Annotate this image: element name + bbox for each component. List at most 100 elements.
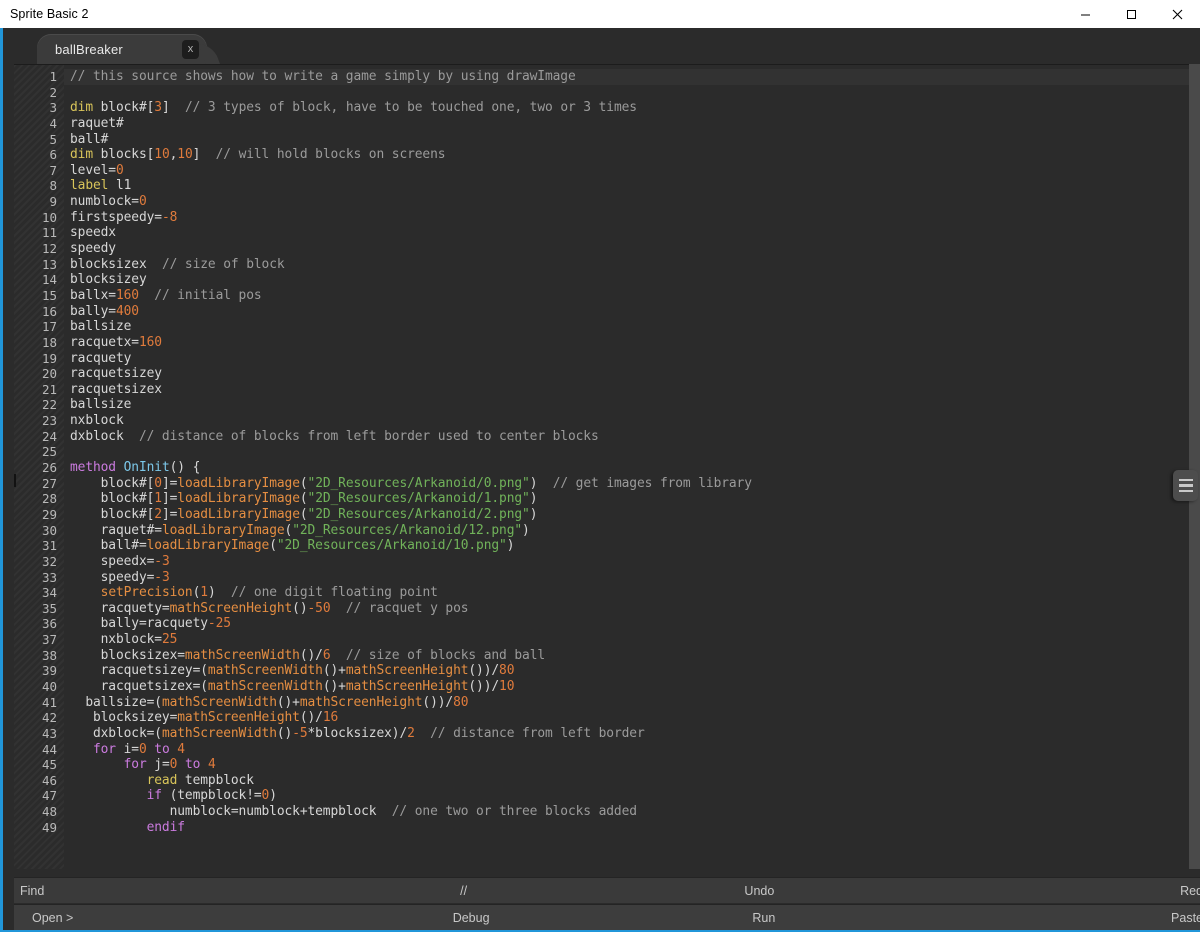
- line-number: 31: [14, 538, 64, 554]
- code-line[interactable]: for j=0 to 4: [64, 757, 1189, 773]
- code-line[interactable]: blocksizex=mathScreenWidth()/6 // size o…: [64, 648, 1189, 664]
- drag-handle-icon[interactable]: [14, 473, 16, 487]
- code-token: [415, 726, 430, 741]
- code-line[interactable]: method OnInit() {: [64, 460, 1189, 476]
- toolbar-button-paste[interactable]: Paste: [910, 911, 1200, 925]
- code-line[interactable]: if (tempblock!=0): [64, 788, 1189, 804]
- code-token: loadLibraryImage: [177, 507, 300, 522]
- code-token: ()+: [323, 663, 346, 678]
- code-token: // racquet y pos: [346, 601, 469, 616]
- code-token: ]: [193, 147, 216, 162]
- code-token: [70, 820, 147, 835]
- code-line[interactable]: endif: [64, 820, 1189, 836]
- toolbar-row-edit: Find//UndoRed: [14, 877, 1200, 903]
- code-token: dim: [70, 100, 93, 115]
- code-line[interactable]: racquetsizey: [64, 366, 1189, 382]
- toolbar-button-debug[interactable]: Debug: [325, 911, 618, 925]
- maximize-button[interactable]: [1108, 0, 1154, 28]
- code-line[interactable]: for i=0 to 4: [64, 742, 1189, 758]
- line-number: 49: [14, 820, 64, 836]
- code-line[interactable]: dxblock=(mathScreenWidth()-5*blocksizex)…: [64, 726, 1189, 742]
- code-line[interactable]: racquety: [64, 351, 1189, 367]
- toolbar-button-undo[interactable]: Undo: [612, 884, 908, 898]
- code-line[interactable]: speedy=-3: [64, 570, 1189, 586]
- code-line[interactable]: speedy: [64, 241, 1189, 257]
- code-line[interactable]: racquetx=160: [64, 335, 1189, 351]
- code-line[interactable]: bally=racquety-25: [64, 616, 1189, 632]
- code-editor[interactable]: 1234567891011121314151617181920212223242…: [14, 64, 1189, 869]
- code-line[interactable]: blocksizey: [64, 272, 1189, 288]
- code-line[interactable]: block#[2]=loadLibraryImage("2D_Resources…: [64, 507, 1189, 523]
- code-line[interactable]: ballsize: [64, 397, 1189, 413]
- vertical-scrollbar[interactable]: [1189, 64, 1200, 869]
- code-token: (: [269, 538, 277, 553]
- code-line[interactable]: speedx: [64, 225, 1189, 241]
- toolbar-button-red[interactable]: Red: [907, 884, 1200, 898]
- code-line[interactable]: ballx=160 // initial pos: [64, 288, 1189, 304]
- code-line[interactable]: nxblock=25: [64, 632, 1189, 648]
- code-token: ]=: [162, 507, 177, 522]
- code-line[interactable]: blocksizex // size of block: [64, 257, 1189, 273]
- toolbar-button-run[interactable]: Run: [618, 911, 911, 925]
- code-line[interactable]: racquetsizex: [64, 382, 1189, 398]
- code-token: 80: [453, 695, 468, 710]
- code-line[interactable]: firstspeedy=-8: [64, 210, 1189, 226]
- code-token: blocksizex: [70, 257, 162, 272]
- code-token: dim: [70, 147, 93, 162]
- hamburger-menu-icon[interactable]: [1173, 470, 1198, 501]
- code-line[interactable]: racquetsizex=(mathScreenWidth()+mathScre…: [64, 679, 1189, 695]
- code-line[interactable]: dxblock // distance of blocks from left …: [64, 429, 1189, 445]
- code-token: -3: [154, 570, 169, 585]
- code-line[interactable]: level=0: [64, 163, 1189, 179]
- line-number: 47: [14, 788, 64, 804]
- line-number: 34: [14, 585, 64, 601]
- code-line[interactable]: block#[1]=loadLibraryImage("2D_Resources…: [64, 491, 1189, 507]
- line-number: 15: [14, 288, 64, 304]
- code-token: speedx: [70, 225, 116, 240]
- toolbar-button-[interactable]: //: [316, 884, 612, 898]
- code-token: [331, 648, 346, 663]
- code-line[interactable]: dim blocks[10,10] // will hold blocks on…: [64, 147, 1189, 163]
- tab-close-icon[interactable]: x: [182, 40, 199, 59]
- code-token: endif: [147, 820, 185, 835]
- code-line[interactable]: racquety=mathScreenHeight()-50 // racque…: [64, 601, 1189, 617]
- code-line[interactable]: label l1: [64, 178, 1189, 194]
- code-line[interactable]: ball#: [64, 132, 1189, 148]
- code-token: ]: [162, 100, 185, 115]
- code-line[interactable]: [64, 85, 1189, 101]
- code-token: 4: [177, 742, 185, 757]
- code-line[interactable]: bally=400: [64, 304, 1189, 320]
- code-line[interactable]: numblock=0: [64, 194, 1189, 210]
- code-token: i=: [116, 742, 139, 757]
- code-line[interactable]: // this source shows how to write a game…: [64, 69, 1189, 85]
- code-line[interactable]: ball#=loadLibraryImage("2D_Resources/Ark…: [64, 538, 1189, 554]
- line-number: 24: [14, 429, 64, 445]
- code-line[interactable]: setPrecision(1) // one digit floating po…: [64, 585, 1189, 601]
- code-line[interactable]: dim block#[3] // 3 types of block, have …: [64, 100, 1189, 116]
- tab-ballbreaker[interactable]: ballBreaker x: [37, 34, 207, 64]
- close-button[interactable]: [1154, 0, 1200, 28]
- code-line[interactable]: numblock=numblock+tempblock // one two o…: [64, 804, 1189, 820]
- code-token: 4: [208, 757, 216, 772]
- minimize-button[interactable]: [1062, 0, 1108, 28]
- code-line[interactable]: nxblock: [64, 413, 1189, 429]
- code-token: tempblock: [177, 773, 254, 788]
- code-line[interactable]: raquet#: [64, 116, 1189, 132]
- code-token: (tempblock!=: [162, 788, 262, 803]
- code-line[interactable]: raquet#=loadLibraryImage("2D_Resources/A…: [64, 523, 1189, 539]
- line-number: 39: [14, 663, 64, 679]
- code-line[interactable]: ballsize=(mathScreenWidth()+mathScreenHe…: [64, 695, 1189, 711]
- code-line[interactable]: [64, 444, 1189, 460]
- toolbar-button-find[interactable]: Find: [14, 884, 316, 898]
- line-number: 27: [14, 476, 64, 492]
- line-number: 42: [14, 710, 64, 726]
- code-line[interactable]: block#[0]=loadLibraryImage("2D_Resources…: [64, 476, 1189, 492]
- code-text-area[interactable]: // this source shows how to write a game…: [64, 65, 1189, 869]
- code-token: // one two or three blocks added: [392, 804, 637, 819]
- code-line[interactable]: speedx=-3: [64, 554, 1189, 570]
- code-line[interactable]: read tempblock: [64, 773, 1189, 789]
- code-line[interactable]: ballsize: [64, 319, 1189, 335]
- code-line[interactable]: racquetsizey=(mathScreenWidth()+mathScre…: [64, 663, 1189, 679]
- toolbar-button-open[interactable]: Open >: [14, 911, 325, 925]
- code-line[interactable]: blocksizey=mathScreenHeight()/16: [64, 710, 1189, 726]
